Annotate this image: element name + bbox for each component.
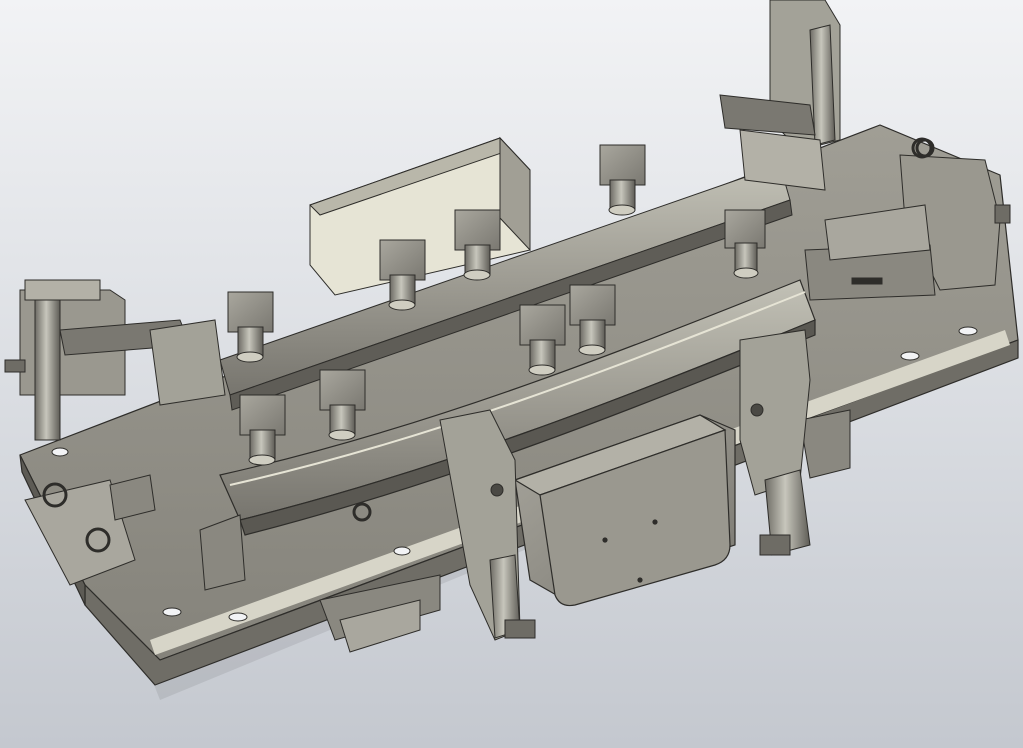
cad-viewport[interactable] xyxy=(0,0,1023,748)
front-clamp-right xyxy=(739,329,811,556)
fixture-assembly-render xyxy=(4,0,1019,700)
